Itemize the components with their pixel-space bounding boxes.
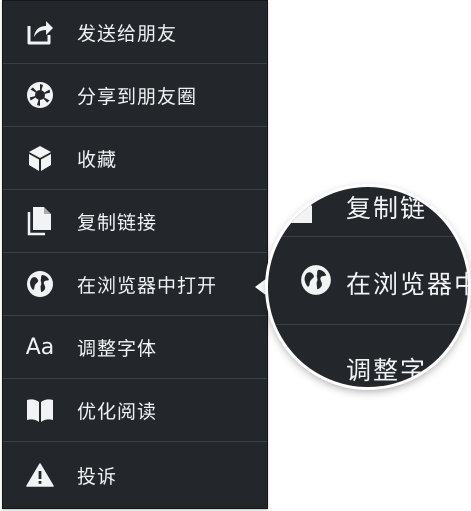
menu-item-copy-link[interactable]: 复制链接 (3, 190, 267, 253)
font-size-glyph: Aa (25, 334, 55, 360)
menu-item-optimize-reading[interactable]: 优化阅读 (3, 379, 267, 442)
font-size-icon: Aa (25, 332, 55, 362)
cube-icon (25, 143, 55, 173)
menu-item-label: 分享到朋友圈 (77, 85, 198, 108)
magnifier-lens: 复制链 在浏览器中 调整字 (268, 187, 468, 387)
menu-item-report[interactable]: 投诉 (3, 442, 267, 508)
magnified-row-adjust-font: 调整字 (268, 325, 468, 387)
menu-item-adjust-font[interactable]: Aa 调整字体 (3, 316, 267, 379)
menu-item-label: 收藏 (77, 148, 118, 171)
magnified-row-copy-link: 复制链 (268, 187, 468, 237)
warning-icon (25, 460, 55, 490)
magnifier-callout: 复制链 在浏览器中 调整字 (255, 187, 469, 401)
menu-item-favorite[interactable]: 收藏 (3, 127, 267, 190)
menu-item-open-in-browser[interactable]: 在浏览器中打开 (3, 253, 267, 316)
share-menu: 发送给朋友 分享到朋友圈 收藏 复制链接 在浏览器中打开 Aa 调整字体 优化阅… (2, 0, 268, 509)
menu-item-label: 调整字体 (77, 337, 158, 360)
menu-item-send-to-friend[interactable]: 发送给朋友 (3, 1, 267, 64)
magnified-text-open-in-browser: 在浏览器中 (346, 270, 468, 299)
share-arrow-icon (25, 17, 55, 47)
menu-item-share-moments[interactable]: 分享到朋友圈 (3, 64, 267, 127)
globe-icon (300, 264, 332, 300)
aperture-icon (25, 80, 55, 110)
open-book-icon (25, 395, 55, 425)
menu-item-label: 在浏览器中打开 (77, 274, 218, 297)
globe-icon (25, 269, 55, 299)
menu-item-label: 复制链接 (77, 211, 158, 234)
document-copy-icon (25, 206, 55, 236)
magnified-row-open-in-browser: 在浏览器中 (268, 237, 468, 325)
document-copy-icon (284, 197, 314, 235)
menu-item-label: 优化阅读 (77, 400, 158, 423)
magnified-text-copy-link: 复制链 (346, 194, 428, 223)
magnified-text-adjust-font: 调整字 (346, 356, 428, 385)
menu-item-label: 投诉 (77, 465, 118, 488)
menu-item-label: 发送给朋友 (77, 22, 178, 45)
